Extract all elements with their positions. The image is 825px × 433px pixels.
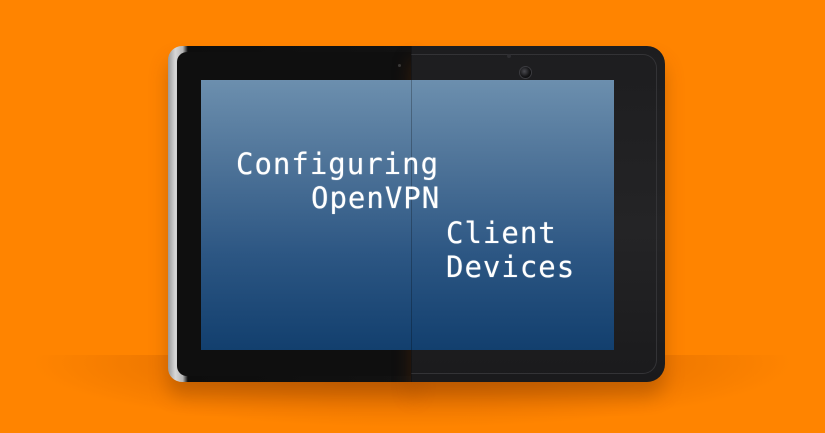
title-line-2: OpenVPN bbox=[311, 181, 441, 215]
title-line-3: Client bbox=[446, 216, 557, 250]
title-line-4: Devices bbox=[446, 250, 576, 284]
hero-image: Configuring OpenVPN Client Devices bbox=[0, 0, 825, 433]
speaker-dot bbox=[398, 64, 401, 67]
sensor-dot bbox=[507, 54, 511, 58]
camera-icon bbox=[519, 66, 532, 79]
tablet-screen bbox=[201, 80, 614, 350]
title-line-1: Configuring bbox=[236, 147, 440, 181]
